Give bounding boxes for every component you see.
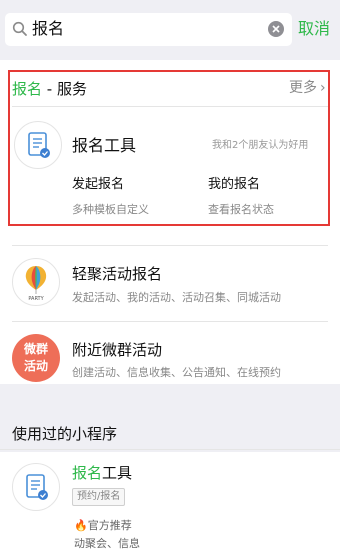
divider: [12, 245, 328, 246]
highlight-box: [8, 70, 330, 226]
used-programs-title: 使用过的小程序: [12, 425, 118, 443]
divider: [12, 321, 328, 322]
nearby-weiqun-desc: 创建活动、信息收集、公告通知、在线预约: [72, 366, 281, 379]
divider: [0, 449, 340, 450]
used-program-title-rest: 工具: [102, 464, 133, 482]
nearby-weiqun-title[interactable]: 附近微群活动: [72, 340, 162, 360]
used-program-title-highlight: 报名: [72, 464, 103, 482]
form-tool-icon[interactable]: [12, 463, 60, 511]
clear-icon[interactable]: [268, 21, 284, 37]
weiqun-badge-icon[interactable]: 微群 活动: [12, 334, 60, 382]
fire-icon: 🔥: [74, 519, 88, 532]
promo-line-1-text: 官方推荐: [87, 519, 132, 532]
promo-line-2: 动聚会、信息: [74, 537, 140, 550]
category-tag: 预约/报名: [72, 488, 126, 506]
party-signup-desc: 发起活动、我的活动、活动召集、同城活动: [72, 291, 281, 304]
cancel-button[interactable]: 取消: [298, 18, 330, 40]
promo-line-1: 🔥官方推荐: [74, 519, 132, 533]
balloon-icon-label: PARTY: [28, 296, 44, 302]
search-icon: [12, 21, 27, 36]
search-query-text[interactable]: 报名: [32, 18, 64, 40]
party-signup-title[interactable]: 轻聚活动报名: [72, 264, 162, 284]
weiqun-badge-line1: 微群: [23, 342, 48, 356]
balloon-icon[interactable]: PARTY: [12, 258, 60, 306]
blurred-overlay: [140, 514, 340, 557]
weiqun-badge-line2: 活动: [23, 359, 48, 373]
used-program-title[interactable]: 报名工具: [72, 463, 132, 483]
